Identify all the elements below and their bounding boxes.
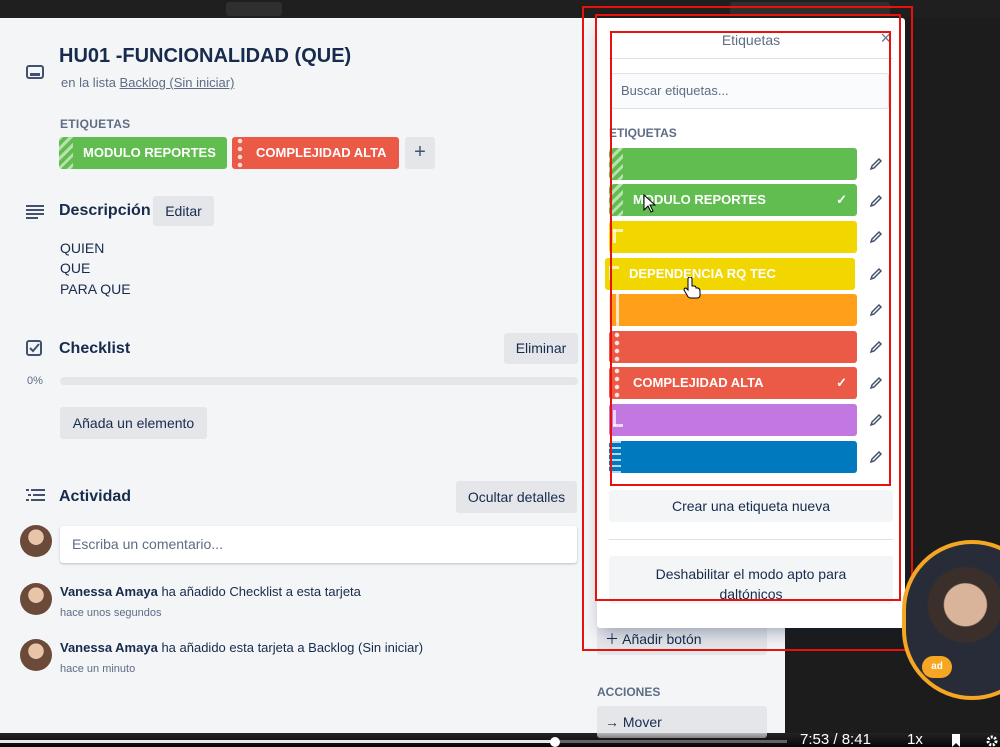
- top-strip-search: [730, 2, 890, 16]
- bookmark-icon[interactable]: [950, 734, 962, 747]
- activity-time[interactable]: hace unos segundos: [60, 607, 162, 619]
- playback-speed-button[interactable]: 1x: [907, 731, 923, 747]
- card-title[interactable]: HU01 -FUNCIONALIDAD (QUE): [59, 45, 351, 68]
- divider: [609, 539, 893, 540]
- comment-input[interactable]: Escriba un comentario...: [60, 526, 577, 563]
- description-line: QUE: [60, 260, 91, 276]
- pencil-icon[interactable]: [869, 267, 883, 281]
- label-option-yellow[interactable]: [609, 221, 857, 253]
- popover-labels-heading: ETIQUETAS: [609, 126, 677, 140]
- checklist-progress-text: 0%: [27, 375, 43, 387]
- top-strip-button: [226, 2, 282, 16]
- arrow-right-icon: →: [605, 714, 623, 730]
- label-option-name: DEPENDENCIA RQ TEC: [629, 266, 776, 281]
- label-option-red[interactable]: [609, 331, 857, 363]
- browser-top-strip: [0, 0, 1000, 18]
- pencil-icon[interactable]: [869, 230, 883, 244]
- actions-heading: ACCIONES: [597, 685, 661, 699]
- pencil-icon[interactable]: [869, 450, 883, 464]
- avatar: [20, 639, 52, 671]
- checklist-title: Checklist: [59, 340, 131, 357]
- video-progress-knob[interactable]: [549, 737, 560, 747]
- delete-checklist-button[interactable]: Eliminar: [504, 333, 578, 364]
- description-line: PARA QUE: [60, 281, 131, 297]
- label-option-complejidad-alta[interactable]: COMPLEJIDAD ALTA ✓: [609, 367, 857, 399]
- gear-icon[interactable]: [986, 734, 998, 747]
- checklist-progress-bar: [60, 377, 578, 385]
- activity-title: Actividad: [59, 488, 132, 505]
- add-checklist-item-button[interactable]: Añada un elemento: [60, 407, 207, 439]
- description-title: Descripción: [59, 202, 151, 219]
- popover-title: Etiquetas: [721, 32, 781, 48]
- label-chip-modulo-reportes[interactable]: MODULO REPORTES: [59, 137, 227, 169]
- pencil-icon[interactable]: [869, 194, 883, 208]
- video-time: 7:53 / 8:41: [800, 731, 871, 747]
- avatar: [20, 583, 52, 615]
- card-icon: [26, 65, 44, 79]
- pencil-icon[interactable]: [869, 157, 883, 171]
- avatar: [20, 525, 52, 557]
- description-icon: [26, 205, 44, 219]
- label-option-blue[interactable]: [609, 441, 857, 473]
- activity-text: ha añadido Checklist a esta tarjeta: [161, 584, 361, 599]
- activity-time[interactable]: hace un minuto: [60, 663, 135, 675]
- video-time-separator: /: [833, 731, 838, 747]
- list-link[interactable]: Backlog (Sin iniciar): [120, 75, 235, 90]
- move-label: Mover: [622, 714, 662, 730]
- add-label-button[interactable]: +: [405, 137, 435, 169]
- close-icon[interactable]: ×: [880, 28, 891, 49]
- colorblind-mode-button[interactable]: Deshabilitar el modo apto para daltónico…: [609, 556, 893, 604]
- labels-heading: ETIQUETAS: [60, 117, 131, 131]
- checklist-icon: [26, 340, 42, 356]
- label-option-orange[interactable]: [609, 294, 857, 326]
- card-list-info: en la lista Backlog (Sin iniciar): [61, 75, 234, 90]
- webcam-logo-badge: ad: [922, 656, 952, 678]
- video-duration: 8:41: [841, 731, 871, 747]
- search-labels-input[interactable]: Buscar etiquetas...: [611, 73, 889, 109]
- divider: [609, 58, 893, 59]
- colorblind-label-line: Deshabilitar el modo apto para: [655, 566, 847, 582]
- activity-entry: Vanessa Amaya ha añadido esta tarjeta a …: [60, 640, 423, 655]
- plus-icon: ＋: [605, 631, 623, 647]
- create-label-button[interactable]: Crear una etiqueta nueva: [609, 490, 893, 522]
- label-option-dependencia-rq-tec[interactable]: DEPENDENCIA RQ TEC: [605, 258, 855, 290]
- pencil-icon[interactable]: [869, 303, 883, 317]
- activity-entry: Vanessa Amaya ha añadido Checklist a est…: [60, 584, 361, 599]
- activity-icon: [26, 489, 45, 501]
- pencil-icon[interactable]: [869, 413, 883, 427]
- hand-cursor-icon: [683, 277, 701, 299]
- pencil-icon[interactable]: [869, 340, 883, 354]
- add-button-label: Añadir botón: [622, 631, 702, 647]
- video-progress-bar[interactable]: [0, 740, 787, 743]
- check-icon: ✓: [836, 375, 847, 390]
- pencil-icon[interactable]: [869, 376, 883, 390]
- label-option-name: COMPLEJIDAD ALTA: [633, 375, 764, 390]
- description-line: QUIEN: [60, 240, 105, 256]
- video-current-time: 7:53: [800, 731, 830, 747]
- hide-details-button[interactable]: Ocultar detalles: [456, 481, 577, 513]
- colorblind-label-line: daltónicos: [719, 586, 783, 602]
- label-option-purple[interactable]: [609, 404, 857, 436]
- arrow-cursor-icon: [643, 194, 656, 213]
- labels-popover: Etiquetas × Buscar etiquetas... ETIQUETA…: [597, 18, 905, 628]
- label-chip-complejidad-alta[interactable]: COMPLEJIDAD ALTA: [232, 137, 399, 169]
- video-progress-fill: [0, 740, 555, 743]
- edit-description-button[interactable]: Editar: [153, 196, 214, 226]
- check-icon: ✓: [836, 192, 847, 207]
- activity-text: ha añadido esta tarjeta a Backlog (Sin i…: [161, 640, 424, 655]
- activity-user[interactable]: Vanessa Amaya: [60, 584, 158, 599]
- label-option-green[interactable]: [609, 148, 857, 180]
- in-list-prefix: en la lista: [61, 75, 116, 90]
- activity-user[interactable]: Vanessa Amaya: [60, 640, 158, 655]
